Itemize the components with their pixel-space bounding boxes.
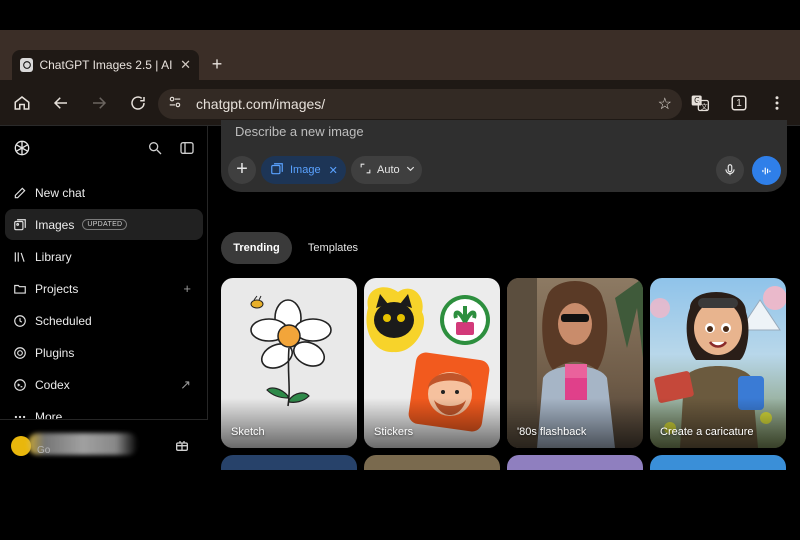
tab-templates[interactable]: Templates: [297, 232, 369, 264]
codex-icon: [13, 378, 27, 392]
sidebar-item-images[interactable]: Images UPDATED: [5, 209, 203, 240]
chatgpt-logo-icon[interactable]: [12, 138, 32, 158]
viewport-bottom: [209, 470, 800, 540]
image-mode-chip[interactable]: Image ✕: [261, 156, 346, 184]
translate-icon[interactable]: G文: [690, 92, 710, 114]
search-icon[interactable]: [147, 140, 163, 156]
svg-text:文: 文: [701, 102, 708, 111]
chatgpt-favicon-icon: [20, 58, 34, 72]
add-attachment-button[interactable]: +: [228, 156, 256, 184]
sidebar-item-label: New chat: [35, 185, 86, 200]
sidebar-item-library[interactable]: Library: [5, 241, 203, 272]
site-info-icon[interactable]: [168, 95, 182, 114]
new-tab-button[interactable]: +: [207, 54, 227, 74]
tab-title: ChatGPT Images 2.5 | AI Im: [39, 58, 174, 72]
sidebar-item-label: Codex: [35, 377, 70, 392]
close-icon[interactable]: ✕: [329, 164, 338, 177]
card-shade: [650, 398, 786, 448]
home-icon[interactable]: [12, 92, 32, 114]
tab-close-icon[interactable]: ✕: [180, 57, 191, 73]
tab-trending[interactable]: Trending: [221, 232, 292, 264]
address-bar[interactable]: chatgpt.com/images/ ☆: [158, 89, 682, 119]
bookmark-star-icon[interactable]: ☆: [658, 94, 672, 114]
plugin-icon: [13, 346, 27, 360]
sidebar-item-plugins[interactable]: Plugins: [5, 337, 203, 368]
browser-tab[interactable]: ChatGPT Images 2.5 | AI Im ✕: [12, 50, 199, 80]
images-icon: [270, 162, 284, 179]
add-project-icon[interactable]: +: [183, 281, 191, 296]
sidebar-item-label: Scheduled: [35, 313, 92, 328]
clock-icon: [13, 314, 27, 328]
image-chip-label: Image: [290, 164, 321, 176]
auto-label: Auto: [377, 164, 400, 176]
sidebar-item-label: Library: [35, 249, 72, 264]
updated-badge: UPDATED: [82, 219, 128, 230]
edit-icon: [13, 186, 27, 200]
sidebar-item-scheduled[interactable]: Scheduled: [5, 305, 203, 336]
aspect-ratio-icon: [359, 162, 372, 178]
sidebar-item-projects[interactable]: Projects +: [5, 273, 203, 304]
voice-mode-button[interactable]: [752, 156, 781, 185]
back-icon[interactable]: [51, 92, 71, 114]
browser-menu-icon[interactable]: [767, 92, 787, 114]
screen-bezel: [0, 0, 800, 30]
sidebar-item-label: Plugins: [35, 345, 75, 360]
sidebar-item-codex[interactable]: Codex ↗: [5, 369, 203, 400]
style-card-80s-flashback[interactable]: '80s flashback: [507, 278, 643, 448]
user-plan: Go: [37, 445, 51, 456]
card-label: Create a caricature: [660, 426, 754, 438]
prompt-input[interactable]: Describe a new image: [235, 124, 364, 139]
aspect-ratio-dropdown[interactable]: Auto: [351, 156, 422, 184]
sidebar-item-label: Images: [35, 217, 75, 232]
style-card-sketch[interactable]: Sketch: [221, 278, 357, 448]
reload-icon[interactable]: [128, 92, 148, 114]
card-label: '80s flashback: [517, 426, 587, 438]
images-icon: [13, 218, 27, 232]
card-label: Stickers: [374, 426, 414, 438]
card-shade: [507, 398, 643, 448]
tab-switcher-button[interactable]: 1: [729, 92, 749, 114]
card-shade: [221, 398, 357, 448]
gift-icon[interactable]: [174, 437, 190, 453]
chevron-down-icon: [405, 163, 416, 177]
sidebar-item-label: Projects: [35, 281, 79, 296]
folder-icon: [13, 282, 27, 296]
sidebar-item-new-chat[interactable]: New chat: [5, 177, 203, 208]
forward-icon[interactable]: [89, 92, 109, 114]
sidebar-toggle-icon[interactable]: [179, 140, 195, 156]
card-shade: [364, 398, 500, 448]
tab-count: 1: [736, 97, 742, 109]
microphone-button[interactable]: [716, 156, 744, 184]
library-icon: [13, 250, 27, 264]
style-card-caricature[interactable]: Create a caricature: [650, 278, 786, 448]
card-label: Sketch: [231, 426, 265, 438]
external-link-icon: ↗: [180, 376, 191, 392]
url-text: chatgpt.com/images/: [196, 96, 326, 112]
style-card-stickers[interactable]: Stickers: [364, 278, 500, 448]
